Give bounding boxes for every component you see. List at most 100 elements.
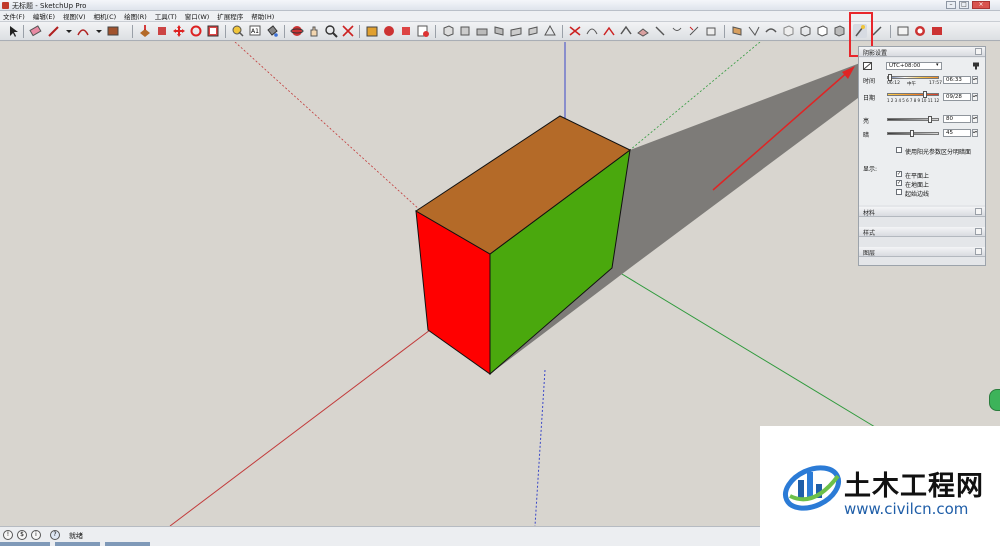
tape-measure-tool-icon[interactable]	[231, 24, 245, 38]
date-slider-thumb[interactable]	[923, 91, 927, 98]
dark-input[interactable]: 45	[943, 129, 971, 137]
pan-tool-icon[interactable]	[307, 24, 321, 38]
menu-camera[interactable]: 相机(C)	[94, 11, 117, 21]
zoom-extents-tool-icon[interactable]	[341, 24, 355, 38]
components-icon[interactable]	[382, 24, 396, 38]
layers-panel-header[interactable]: 图层	[859, 247, 985, 257]
help-icon[interactable]: ?	[50, 530, 60, 540]
panel-close-icon[interactable]	[975, 208, 982, 215]
menu-view[interactable]: 视图(V)	[63, 11, 86, 21]
menu-edit[interactable]: 编辑(E)	[33, 11, 55, 21]
styles-panel-title: 样式	[863, 230, 876, 237]
iso-view-icon[interactable]	[441, 24, 455, 38]
taskbar-item[interactable]	[0, 542, 50, 546]
push-pull-tool-icon[interactable]	[138, 24, 152, 38]
side-badge[interactable]	[989, 389, 1000, 411]
rectangle-tool-icon[interactable]	[106, 24, 120, 38]
use-sun-checkbox[interactable]	[896, 147, 902, 153]
text-tool-icon[interactable]: A1	[248, 24, 262, 38]
style-xray-icon[interactable]	[781, 24, 795, 38]
time-end-label: 17:57	[929, 81, 942, 86]
menu-file[interactable]: 文件(F)	[3, 11, 25, 21]
select-tool-icon[interactable]	[6, 24, 20, 38]
add-detail-icon[interactable]	[670, 24, 684, 38]
from-edges-checkbox[interactable]	[896, 189, 902, 195]
layers-icon[interactable]	[896, 24, 910, 38]
panel-close-icon[interactable]	[975, 48, 982, 55]
stamp-icon[interactable]	[636, 24, 650, 38]
dark-slider-thumb[interactable]	[910, 130, 914, 137]
menu-window[interactable]: 窗口(W)	[185, 11, 210, 21]
styles-panel-header[interactable]: 样式	[859, 227, 985, 237]
credits-icon[interactable]: $	[17, 530, 27, 540]
dark-spinner[interactable]: ▴▾	[972, 129, 978, 137]
time-input[interactable]: 06:33	[943, 76, 971, 84]
eraser-tool-icon[interactable]	[28, 24, 42, 38]
sandbox-contours-icon[interactable]	[585, 24, 599, 38]
taskbar-item[interactable]	[105, 542, 150, 546]
rotate-tool-icon[interactable]	[189, 24, 203, 38]
menu-draw[interactable]: 绘图(R)	[124, 11, 147, 21]
time-slider[interactable]	[887, 76, 939, 79]
send-to-layout-icon[interactable]	[416, 24, 430, 38]
smoove-icon[interactable]	[619, 24, 633, 38]
line-dropdown-icon[interactable]	[62, 24, 76, 38]
light-slider-thumb[interactable]	[928, 116, 932, 123]
shadow-panel-header[interactable]: 阴影设置	[859, 47, 985, 57]
date-spinner[interactable]: ▴▾	[972, 93, 978, 101]
close-button[interactable]: ×	[972, 1, 990, 9]
move-tool-icon[interactable]	[172, 24, 186, 38]
minimize-button[interactable]: –	[946, 1, 956, 9]
light-input[interactable]: 80	[943, 115, 971, 123]
time-slider-thumb[interactable]	[888, 74, 892, 81]
pencil-tool-icon[interactable]	[46, 24, 60, 38]
top-view-icon[interactable]	[458, 24, 472, 38]
on-ground-checkbox[interactable]: ✓	[896, 180, 902, 186]
perspective-view-icon[interactable]	[543, 24, 557, 38]
arc-tool-icon[interactable]	[76, 24, 90, 38]
solid-tools-icon[interactable]	[568, 24, 582, 38]
time-spinner[interactable]: ▴▾	[972, 76, 978, 84]
menu-extensions[interactable]: 扩展程序	[217, 11, 243, 21]
geo-location-icon[interactable]: !	[3, 530, 13, 540]
follow-me-tool-icon[interactable]	[155, 24, 169, 38]
paint-bucket-tool-icon[interactable]	[265, 24, 279, 38]
taskbar-item[interactable]	[55, 542, 100, 546]
section-cut-icon[interactable]	[764, 24, 778, 38]
style-hidden-line-icon[interactable]	[815, 24, 829, 38]
extension-warehouse-icon[interactable]	[399, 24, 413, 38]
sandbox-scratch-icon[interactable]	[602, 24, 616, 38]
section-display-icon[interactable]	[747, 24, 761, 38]
date-slider[interactable]	[887, 93, 939, 96]
zoom-tool-icon[interactable]	[324, 24, 338, 38]
flip-edge-icon[interactable]	[687, 24, 701, 38]
drape-icon[interactable]	[653, 24, 667, 38]
menu-help[interactable]: 帮助(H)	[251, 11, 274, 21]
warehouse-icon[interactable]	[365, 24, 379, 38]
arc-dropdown-icon[interactable]	[92, 24, 106, 38]
expand-details-icon[interactable]	[972, 62, 981, 70]
user-icon[interactable]: i	[31, 530, 41, 540]
scale-tool-icon[interactable]	[206, 24, 220, 38]
sandbox-extra-icon[interactable]	[704, 24, 718, 38]
style-wireframe-icon[interactable]	[798, 24, 812, 38]
light-spinner[interactable]: ▴▾	[972, 115, 978, 123]
back-view-icon[interactable]	[509, 24, 523, 38]
left-view-icon[interactable]	[526, 24, 540, 38]
style-shaded-icon[interactable]	[832, 24, 846, 38]
materials-panel-header[interactable]: 材料	[859, 207, 985, 217]
section-plane-icon[interactable]	[730, 24, 744, 38]
ruby-console-icon[interactable]	[930, 24, 944, 38]
panel-close-icon[interactable]	[975, 248, 982, 255]
maximize-button[interactable]: □	[959, 1, 969, 9]
date-input[interactable]: 09/28	[943, 93, 971, 101]
show-shadows-icon[interactable]	[863, 62, 872, 70]
menu-tools[interactable]: 工具(T)	[155, 11, 177, 21]
panel-close-icon[interactable]	[975, 228, 982, 235]
orbit-tool-icon[interactable]	[290, 24, 304, 38]
on-faces-checkbox[interactable]: ✓	[896, 171, 902, 177]
outliner-icon[interactable]	[913, 24, 927, 38]
front-view-icon[interactable]	[475, 24, 489, 38]
right-view-icon[interactable]	[492, 24, 506, 38]
timezone-select[interactable]: UTC+08:00	[886, 62, 942, 70]
